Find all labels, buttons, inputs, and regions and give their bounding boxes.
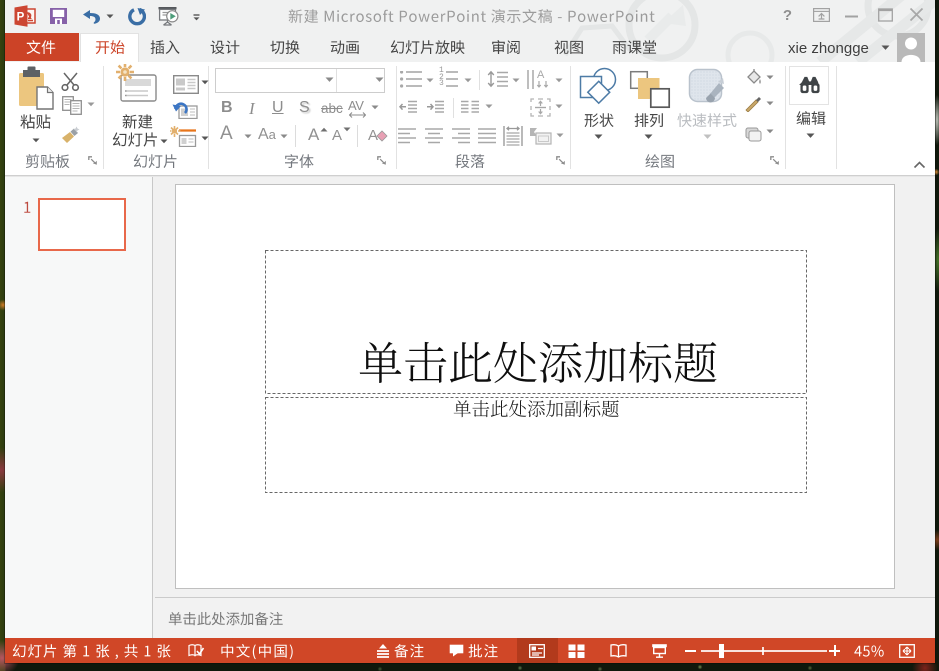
svg-text:P: P bbox=[17, 11, 25, 23]
svg-text:A: A bbox=[537, 69, 545, 81]
svg-text:A: A bbox=[368, 127, 378, 144]
